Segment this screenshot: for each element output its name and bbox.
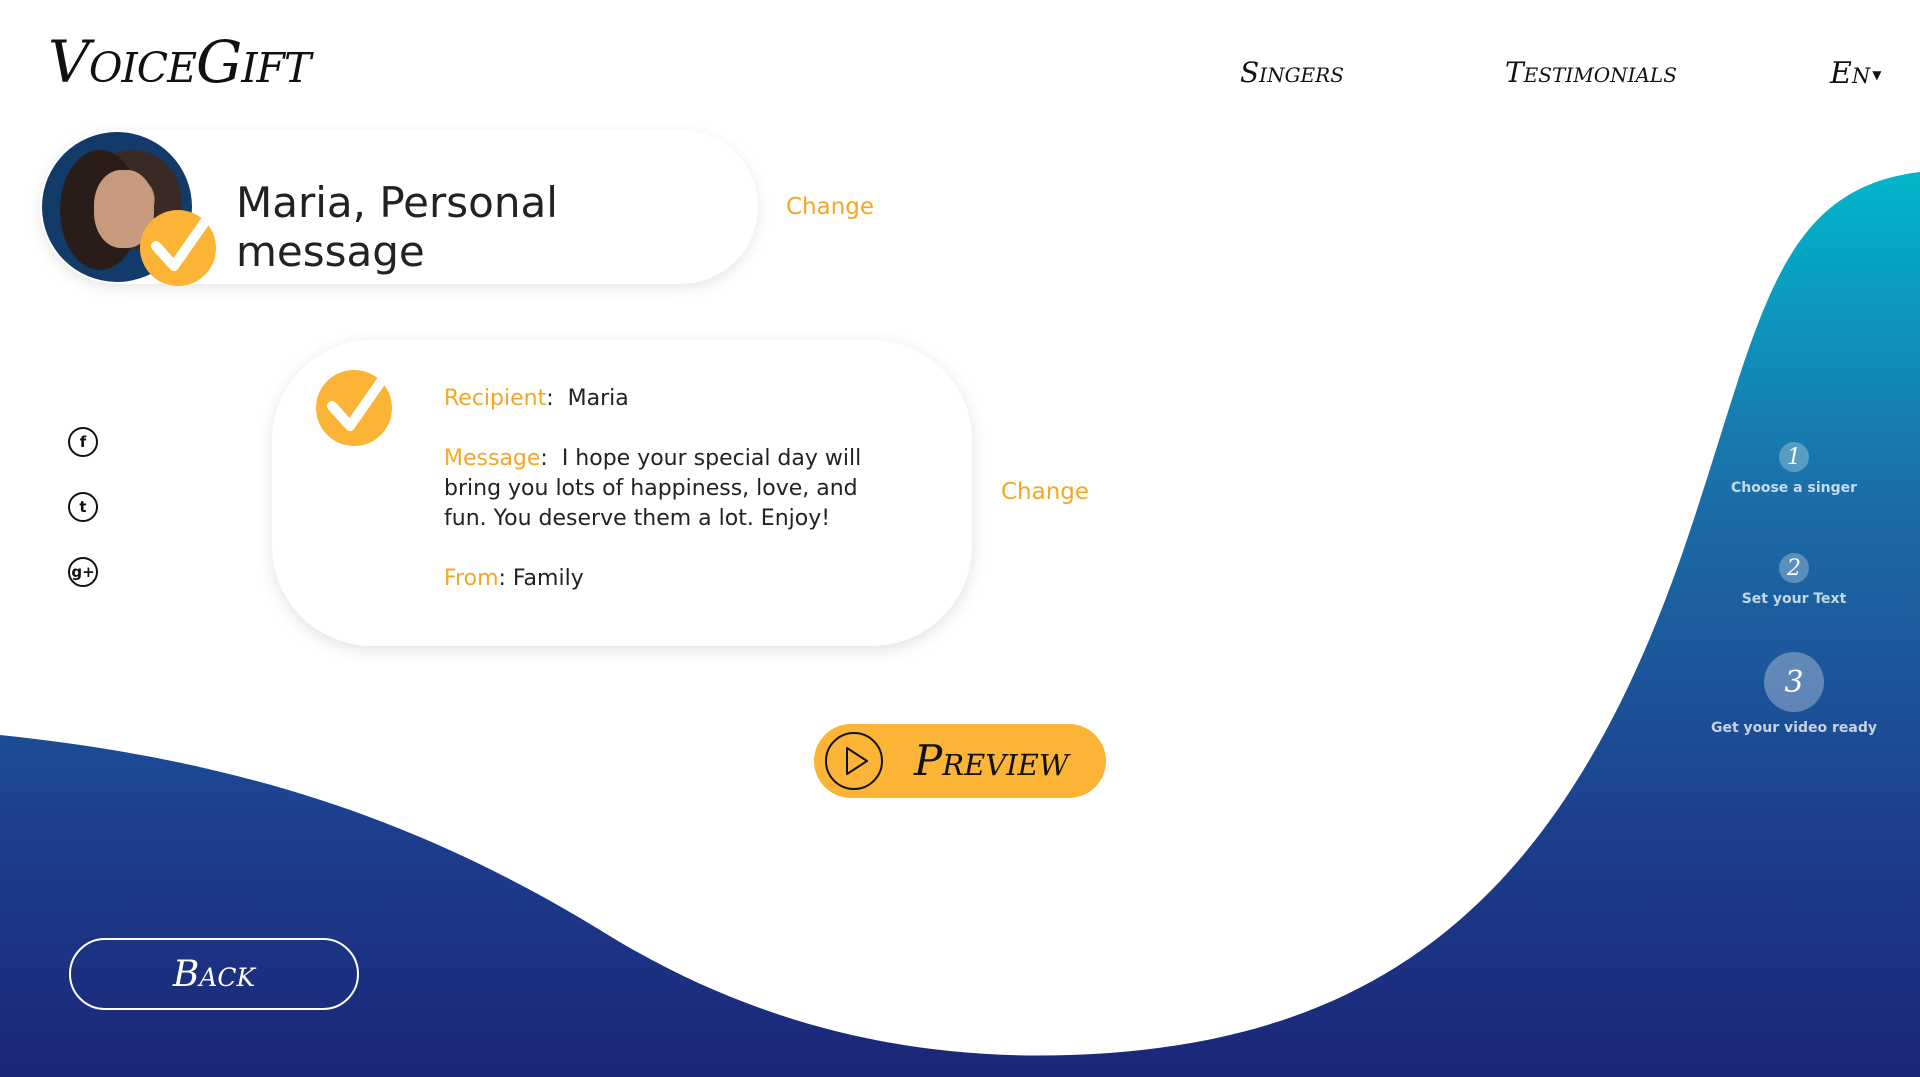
step-number: 3	[1764, 652, 1824, 712]
step-label: Set your Text	[1741, 591, 1847, 607]
change-message-link[interactable]: Change	[1001, 479, 1089, 505]
from-value: Family	[512, 566, 584, 591]
recipient-row: Recipient: Maria	[444, 386, 629, 411]
step-label: Choose a singer	[1730, 480, 1858, 496]
language-selector[interactable]: En ▼	[1830, 56, 1882, 91]
twitter-icon[interactable]: t	[68, 492, 98, 522]
check-icon	[140, 201, 221, 286]
step-number: 1	[1779, 442, 1809, 472]
singer-card: Maria, Personal message	[40, 130, 758, 286]
step-set-text: 2 Set your Text	[1694, 553, 1894, 607]
step-choose-singer: 1 Choose a singer	[1694, 442, 1894, 496]
facebook-icon[interactable]: f	[68, 427, 98, 457]
preview-button[interactable]: Preview	[814, 724, 1106, 798]
from-row: From: Family	[444, 566, 584, 591]
check-icon	[316, 355, 401, 446]
language-label: En	[1830, 56, 1871, 91]
google-plus-icon[interactable]: g+	[68, 557, 98, 587]
chevron-down-icon: ▼	[1872, 68, 1882, 82]
step-video-ready: 3 Get your video ready	[1694, 652, 1894, 736]
logo[interactable]: VoiceGift	[48, 28, 311, 96]
step-number: 2	[1779, 553, 1809, 583]
message-row: Message: I hope your special day will br…	[444, 446, 862, 531]
change-singer-link[interactable]: Change	[786, 194, 874, 220]
singer-title: Maria, Personal message	[236, 178, 558, 276]
recipient-label: Recipient	[444, 386, 547, 411]
message-details: Recipient: Maria Message: I hope your sp…	[444, 384, 904, 624]
message-card: Recipient: Maria Message: I hope your sp…	[272, 340, 972, 646]
step-label: Get your video ready	[1711, 720, 1877, 736]
preview-label: Preview	[914, 736, 1069, 785]
message-label: Message	[444, 446, 541, 471]
play-icon	[825, 732, 883, 790]
nav-singers[interactable]: Singers	[1240, 56, 1344, 89]
from-label: From	[444, 566, 499, 591]
back-button[interactable]: Back	[69, 938, 359, 1010]
recipient-value: Maria	[567, 386, 629, 411]
nav-testimonials[interactable]: Testimonials	[1505, 56, 1677, 89]
